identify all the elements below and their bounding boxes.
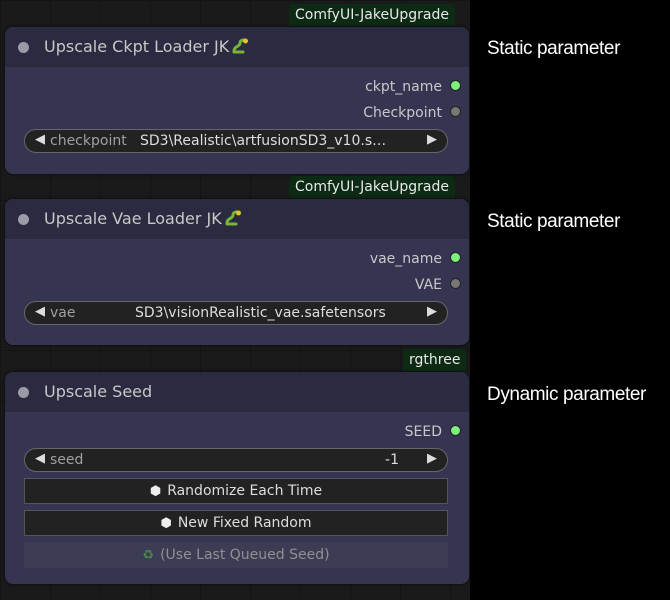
node-ckpt-loader[interactable]: Upscale Ckpt Loader JK ckpt_name Checkpo… — [5, 27, 469, 174]
collapse-dot[interactable] — [18, 387, 29, 398]
output-slot-seed[interactable]: SEED — [405, 422, 461, 442]
node-vae-loader[interactable]: Upscale Vae Loader JK vae_name VAE ◀ vae… — [5, 199, 469, 345]
node-header[interactable]: Upscale Vae Loader JK — [5, 199, 469, 239]
node-title: Upscale Seed — [44, 382, 153, 401]
widget-label: seed — [50, 452, 84, 468]
annotation-label: Static parameter — [487, 211, 620, 232]
output-dot[interactable] — [450, 252, 461, 263]
output-slot-checkpoint[interactable]: Checkpoint — [363, 103, 461, 123]
node-source-tag: ComfyUI-JakeUpgrade — [289, 176, 455, 198]
collapse-dot[interactable] — [18, 42, 29, 53]
output-dot[interactable] — [450, 278, 461, 289]
recycle-icon: ♻ — [142, 548, 155, 563]
arrow-left-icon[interactable]: ◀ — [33, 451, 47, 466]
widget-value: SD3\visionRealistic_vae.safetensors — [135, 305, 386, 321]
annotation-label: Dynamic parameter — [487, 384, 646, 405]
checkpoint-combo[interactable]: ◀ checkpoint SD3\Realistic\artfusionSD3_… — [24, 129, 448, 153]
randomize-each-time-button[interactable]: ⬢ Randomize Each Time — [24, 478, 448, 504]
arrow-right-icon[interactable]: ▶ — [425, 132, 439, 147]
node-title: Upscale Vae Loader JK — [44, 209, 242, 228]
annotation-panel — [470, 0, 670, 600]
arrow-left-icon[interactable]: ◀ — [33, 132, 47, 147]
output-dot[interactable] — [450, 425, 461, 436]
widget-value: SD3\Realistic\artfusionSD3_v10.s… — [140, 133, 387, 149]
dice-icon: ⬢ — [149, 484, 162, 499]
annotation-label: Static parameter — [487, 38, 620, 59]
dice-icon: ⬢ — [160, 516, 172, 531]
arrow-right-icon[interactable]: ▶ — [425, 304, 439, 319]
output-dot[interactable] — [450, 106, 461, 117]
node-title: Upscale Ckpt Loader JK — [44, 37, 249, 56]
widget-label: vae — [50, 305, 76, 321]
node-source-tag: ComfyUI-JakeUpgrade — [289, 4, 455, 26]
widget-value: -1 — [385, 452, 399, 468]
widget-label: checkpoint — [50, 133, 127, 149]
vae-combo[interactable]: ◀ vae SD3\visionRealistic_vae.safetensor… — [24, 301, 448, 325]
use-last-queued-seed-button[interactable]: ♻ (Use Last Queued Seed) — [24, 542, 448, 568]
snake-icon — [224, 209, 242, 227]
node-upscale-seed[interactable]: Upscale Seed SEED ◀ seed -1 ▶ ⬢ Randomize… — [5, 372, 469, 584]
node-header[interactable]: Upscale Seed — [5, 372, 469, 412]
node-source-tag: rgthree — [403, 349, 467, 371]
node-header[interactable]: Upscale Ckpt Loader JK — [5, 27, 469, 67]
snake-icon — [231, 37, 249, 55]
output-slot-vae-name[interactable]: vae_name — [370, 249, 461, 269]
output-dot[interactable] — [450, 80, 461, 91]
output-slot-ckpt-name[interactable]: ckpt_name — [365, 77, 461, 97]
arrow-right-icon[interactable]: ▶ — [425, 451, 439, 466]
seed-number-widget[interactable]: ◀ seed -1 ▶ — [24, 448, 448, 472]
collapse-dot[interactable] — [18, 214, 29, 225]
output-slot-vae[interactable]: VAE — [415, 275, 461, 295]
new-fixed-random-button[interactable]: ⬢ New Fixed Random — [24, 510, 448, 536]
arrow-left-icon[interactable]: ◀ — [33, 304, 47, 319]
